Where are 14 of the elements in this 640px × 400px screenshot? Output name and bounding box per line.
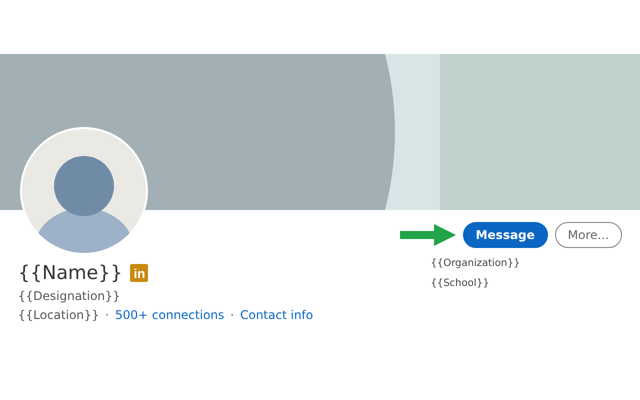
contact-info-link[interactable]: Contact info <box>240 308 314 322</box>
linkedin-icon: in <box>130 264 148 282</box>
designation: {{Designation}} <box>18 289 122 303</box>
avatar-icon <box>19 126 149 256</box>
separator: · <box>105 308 110 322</box>
message-button[interactable]: Message <box>462 222 548 248</box>
more-button[interactable]: More... <box>554 222 622 248</box>
connections-link[interactable]: 500+ connections <box>115 308 224 322</box>
profile-name: {{Name}} <box>18 262 122 284</box>
profile-detail: {{Organization}} <box>430 258 520 269</box>
separator: · <box>230 308 234 322</box>
profile-detail: {{School}} <box>430 278 490 289</box>
arrow-icon <box>400 224 456 246</box>
location: {{Location}} <box>18 308 100 322</box>
